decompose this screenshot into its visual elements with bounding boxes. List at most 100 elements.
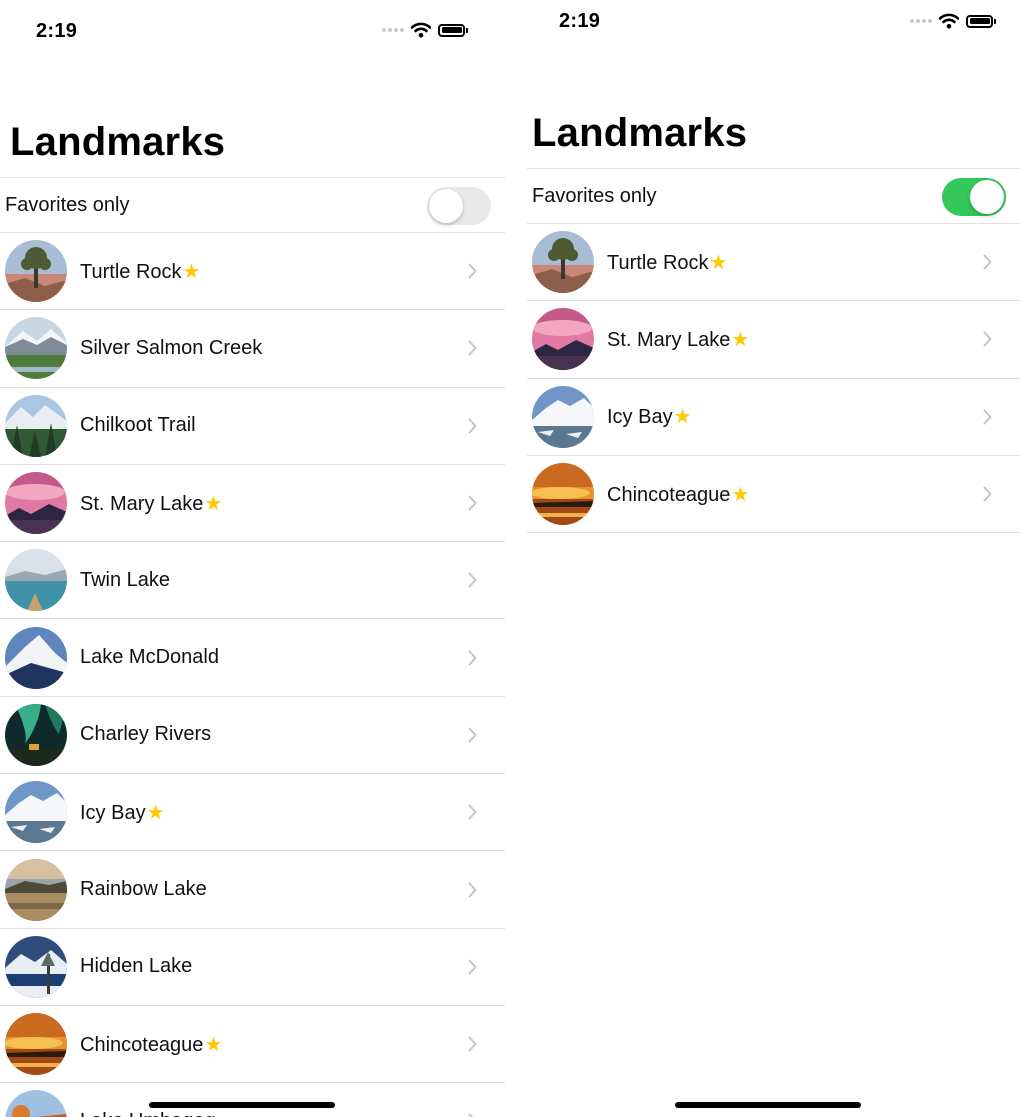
landmark-row[interactable]: Icy Bay★ — [527, 377, 1020, 455]
chevron-right-icon — [983, 409, 992, 425]
toggle-knob — [429, 189, 463, 223]
favorites-toggle-row: Favorites only — [527, 168, 1020, 223]
landmark-thumbnail — [5, 317, 67, 380]
chevron-right-icon — [468, 650, 477, 666]
landmark-name: Chincoteague★ — [80, 1032, 222, 1057]
status-time: 2:19 — [559, 10, 601, 32]
landmark-row[interactable]: Twin Lake — [0, 541, 505, 618]
landmark-name-text: Icy Bay — [607, 406, 673, 429]
wifi-icon — [939, 13, 959, 29]
landmark-list[interactable]: Favorites only Turtle Rock★ Silver Salmon… — [0, 177, 505, 1117]
landmark-name-text: St. Mary Lake — [607, 328, 731, 351]
chevron-right-icon — [468, 572, 477, 588]
landmark-thumbnail — [5, 394, 67, 457]
favorite-star-icon: ★ — [673, 406, 692, 429]
chevron-right-icon — [983, 486, 992, 502]
landmark-name-text: Lake Umbagog — [80, 1110, 216, 1117]
landmark-row[interactable]: Lake McDonald — [0, 618, 505, 695]
landmark-row[interactable]: St. Mary Lake★ — [527, 300, 1020, 377]
landmark-name-text: Charley Rivers — [80, 723, 212, 746]
landmark-thumbnail — [5, 472, 67, 535]
chevron-right-icon — [468, 495, 477, 511]
toggle-knob — [970, 180, 1004, 214]
favorites-toggle-label: Favorites only — [532, 184, 657, 207]
landmark-name: Twin Lake — [80, 569, 171, 592]
landmark-list[interactable]: Favorites only Turtle Rock★ St. Mary Lake… — [527, 168, 1020, 534]
landmark-thumbnail — [532, 385, 594, 448]
chevron-right-icon — [983, 331, 992, 347]
landmark-rows: Turtle Rock★ St. Mary Lake★ Icy Bay★ Chinco… — [527, 223, 1020, 532]
landmark-name: Charley Rivers — [80, 723, 212, 746]
landmark-row[interactable]: Icy Bay★ — [0, 773, 505, 850]
landmark-thumbnail — [5, 240, 67, 303]
status-icons — [910, 13, 996, 29]
landmark-rows: Turtle Rock★ Silver Salmon Creek Chilkoot … — [0, 232, 505, 1117]
chevron-right-icon — [468, 882, 477, 898]
landmark-row[interactable]: Chilkoot Trail — [0, 386, 505, 464]
favorite-star-icon: ★ — [146, 801, 165, 824]
landmark-name-text: Chincoteague — [80, 1033, 204, 1056]
landmarks-screen-all: 2:19 Landmarks Favorites only Turtle Roc… — [0, 0, 505, 1117]
chevron-right-icon — [468, 418, 477, 434]
landmark-row[interactable]: Chincoteague★ — [0, 1004, 505, 1082]
landmark-name-text: Hidden Lake — [80, 955, 193, 978]
landmark-name: St. Mary Lake★ — [80, 491, 222, 516]
landmark-thumbnail — [5, 781, 67, 844]
page-title: Landmarks — [532, 111, 748, 155]
home-indicator — [675, 1102, 861, 1108]
chevron-right-icon — [468, 804, 477, 820]
favorite-star-icon: ★ — [731, 328, 750, 351]
landmark-name-text: St. Mary Lake — [80, 492, 204, 515]
landmark-row[interactable]: Lake Umbagog — [0, 1082, 505, 1117]
favorite-star-icon: ★ — [204, 1033, 223, 1056]
landmark-name-text: Chilkoot Trail — [80, 414, 196, 437]
battery-icon — [966, 14, 996, 28]
landmark-row[interactable]: Charley Rivers — [0, 695, 505, 773]
wifi-icon — [411, 22, 431, 38]
signal-dots-icon — [382, 28, 404, 32]
favorites-toggle-switch[interactable] — [942, 178, 1006, 216]
landmark-row[interactable]: Turtle Rock★ — [527, 223, 1020, 300]
landmark-name-text: Icy Bay — [80, 801, 146, 824]
landmark-thumbnail — [5, 1090, 67, 1117]
favorites-toggle-switch[interactable] — [427, 187, 491, 225]
landmark-name-text: Silver Salmon Creek — [80, 336, 263, 359]
landmark-row[interactable]: Rainbow Lake — [0, 850, 505, 927]
landmark-row[interactable]: Silver Salmon Creek — [0, 309, 505, 386]
landmark-name: Lake McDonald — [80, 646, 220, 669]
home-indicator — [149, 1102, 335, 1108]
landmark-row[interactable]: Hidden Lake — [0, 927, 505, 1005]
landmark-name: Chincoteague★ — [607, 482, 749, 507]
landmark-thumbnail — [5, 626, 67, 689]
landmark-name-text: Turtle Rock — [80, 260, 182, 283]
landmark-thumbnail — [532, 308, 594, 371]
landmark-name-text: Lake McDonald — [80, 646, 219, 669]
landmark-thumbnail — [5, 549, 67, 612]
landmark-name: Silver Salmon Creek — [80, 337, 263, 360]
landmarks-screen-favorites: 2:19 Landmarks Favorites only Turtle Roc… — [527, 0, 1020, 1117]
landmark-thumbnail — [5, 935, 67, 998]
favorites-toggle-label: Favorites only — [5, 193, 130, 216]
page-title: Landmarks — [10, 120, 226, 164]
landmark-name: St. Mary Lake★ — [607, 327, 749, 352]
list-bottom-divider — [527, 532, 1020, 534]
landmark-row[interactable]: Chincoteague★ — [527, 454, 1020, 532]
landmark-name: Chilkoot Trail — [80, 414, 197, 437]
landmark-row[interactable]: St. Mary Lake★ — [0, 463, 505, 541]
landmark-thumbnail — [532, 231, 594, 294]
landmark-thumbnail — [5, 703, 67, 766]
landmark-name: Icy Bay★ — [607, 404, 692, 429]
battery-icon — [438, 23, 468, 37]
landmark-name: Hidden Lake — [80, 955, 193, 978]
chevron-right-icon — [468, 1036, 477, 1052]
favorite-star-icon: ★ — [731, 483, 750, 506]
landmark-row[interactable]: Turtle Rock★ — [0, 232, 505, 309]
chevron-right-icon — [468, 263, 477, 279]
favorite-star-icon: ★ — [204, 492, 223, 515]
landmark-name-text: Twin Lake — [80, 568, 171, 591]
landmark-thumbnail — [5, 1013, 67, 1076]
chevron-right-icon — [468, 727, 477, 743]
favorite-star-icon: ★ — [182, 260, 201, 283]
chevron-right-icon — [468, 959, 477, 975]
landmark-thumbnail — [532, 463, 594, 526]
